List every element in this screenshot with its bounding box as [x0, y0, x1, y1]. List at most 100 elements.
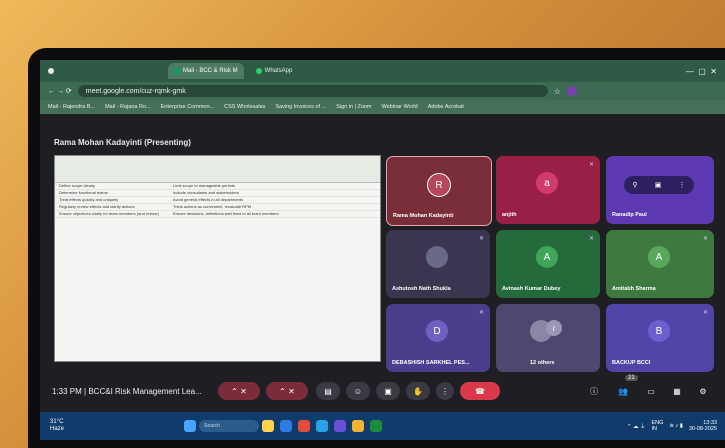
- excel-icon[interactable]: [370, 420, 383, 432]
- participant-name: Rama Mohan Kadayinti: [393, 213, 454, 219]
- tab-label: WhatsApp: [264, 68, 293, 74]
- whatsapp-icon: [255, 68, 262, 74]
- participant-name: Ashutosh Nath Shukla: [392, 286, 451, 292]
- avatar: r: [546, 320, 562, 336]
- mic-off-icon: ✕: [588, 162, 594, 168]
- avatar: D: [426, 320, 448, 342]
- emoji-button[interactable]: ☺: [346, 382, 370, 400]
- participant-name: Avinash Kumar Dubey: [502, 286, 561, 292]
- bookmark-item[interactable]: Mail - Rajana Ro...: [105, 104, 151, 110]
- table-row: Regularly review effects and clarify act…: [55, 204, 380, 211]
- table-row: Determine functional teams Include consul…: [55, 190, 380, 197]
- url-bar[interactable]: meet.google.com/cuz-rqmk-gmk: [77, 85, 548, 97]
- tab-3[interactable]: [304, 63, 426, 79]
- url-text: meet.google.com/cuz-rqmk-gmk: [85, 87, 186, 95]
- windows-taskbar: 31°C Haze Search ⌃ ☁ ⏚ ENG IN ≋ ♪ ▮ 13:3…: [40, 412, 725, 440]
- participant-tile[interactable]: ✕ Ashutosh Nath Shukla: [386, 230, 490, 298]
- present-button[interactable]: ▣: [376, 382, 400, 400]
- captions-button[interactable]: ▤: [316, 382, 340, 400]
- tab-label: Mail - BCC & Risk M: [183, 68, 238, 74]
- leave-call-button[interactable]: ☎: [460, 382, 500, 400]
- chrome-icon[interactable]: [298, 420, 311, 432]
- wifi-volume-battery-icons[interactable]: ≋ ♪ ▮: [669, 423, 682, 429]
- profile-avatar[interactable]: [566, 86, 577, 96]
- info-icon[interactable]: ⓘ: [585, 382, 603, 400]
- frame-icon[interactable]: ▣: [655, 181, 662, 189]
- more-options-button[interactable]: ⋮: [436, 382, 454, 400]
- taskbar-app-icon[interactable]: [316, 420, 329, 432]
- window-controls[interactable]: — ▢ ✕: [686, 67, 717, 76]
- participant-name: Amitabh Sharma: [612, 286, 656, 292]
- people-icon[interactable]: 👥: [612, 382, 634, 400]
- chat-icon[interactable]: ▭: [642, 382, 660, 400]
- table-row: Treat effects quickly and uniquely Avoid …: [55, 197, 380, 204]
- presenting-title: Rama Mohan Kadayinti (Presenting): [54, 138, 191, 147]
- browser-tab-strip: Mail - BCC & Risk M WhatsApp — ▢ ✕: [40, 60, 725, 82]
- meet-favicon-icon: [174, 68, 180, 74]
- participant-tile[interactable]: A ✕ Avinash Kumar Dubey: [496, 230, 600, 298]
- table-row: Define scope clearly Limit scope to manag…: [55, 183, 380, 190]
- participant-tile[interactable]: a ✕ anjith: [496, 156, 600, 224]
- host-controls-icon[interactable]: ⚙: [694, 382, 712, 400]
- star-icon[interactable]: ☆: [554, 87, 561, 96]
- back-forward-reload-icons[interactable]: ← → ⟳: [48, 87, 72, 95]
- taskbar-app-icon[interactable]: [334, 420, 347, 432]
- mic-toggle-button[interactable]: ⌃ ✕: [218, 382, 260, 400]
- taskbar-app-icon[interactable]: [280, 420, 293, 432]
- weather-widget[interactable]: 31°C Haze: [50, 419, 64, 433]
- file-explorer-icon[interactable]: [352, 420, 365, 432]
- spreadsheet-ribbon: [55, 156, 380, 183]
- avatar: A: [648, 246, 670, 268]
- tab-whatsapp[interactable]: WhatsApp: [250, 63, 299, 79]
- mic-off-icon: ✕: [478, 236, 484, 242]
- bookmark-item[interactable]: Sign in | Zoom: [336, 104, 371, 110]
- bookmark-item[interactable]: Mail - Rajendra B...: [48, 104, 95, 110]
- bookmark-item[interactable]: Saving Invoices of ...: [275, 104, 326, 110]
- chrome-menu-icon[interactable]: [48, 68, 54, 74]
- windows-start-icon[interactable]: [184, 420, 197, 432]
- participant-name: Ranadip Paul: [612, 212, 647, 218]
- mic-off-icon: ✕: [702, 310, 708, 316]
- meeting-title: BCC&I Risk Management Lea...: [88, 386, 202, 396]
- participant-tile[interactable]: r 12 others: [496, 304, 600, 372]
- bookmark-item[interactable]: Adobe Acrobat: [428, 104, 464, 110]
- bookmark-item[interactable]: CSS Wholesales: [224, 104, 265, 110]
- meeting-time: 1:33 PM: [52, 386, 82, 396]
- participant-name: anjith: [502, 212, 517, 218]
- avatar: A: [536, 246, 558, 268]
- tray-icons[interactable]: ⌃ ☁ ⏚: [627, 422, 646, 430]
- avatar: a: [536, 172, 558, 194]
- participant-tile[interactable]: D ✕ DEBASHISH SARKHEL PES...: [386, 304, 490, 372]
- avatar: R: [427, 173, 451, 197]
- bookmarks-bar: Mail - Rajendra B... Mail - Rajana Ro...…: [40, 100, 725, 114]
- participant-tile[interactable]: A ✕ Amitabh Sharma: [606, 230, 714, 298]
- more-icon[interactable]: ⋮: [678, 181, 685, 189]
- raise-hand-button[interactable]: ✋: [406, 382, 430, 400]
- participant-tile[interactable]: R Rama Mohan Kadayinti: [386, 156, 492, 226]
- taskbar-app-icon[interactable]: [262, 420, 275, 432]
- mic-off-icon: ✕: [588, 236, 594, 242]
- activities-icon[interactable]: ▦: [668, 382, 686, 400]
- language-indicator[interactable]: ENG IN: [651, 420, 663, 432]
- taskbar-search[interactable]: Search: [199, 420, 260, 432]
- bookmark-item[interactable]: Webinar World: [382, 104, 418, 110]
- participant-tile[interactable]: B ✕ BACKUP BCCI: [606, 304, 714, 372]
- mic-off-icon: ✕: [702, 236, 708, 242]
- tile-controls[interactable]: ⚲ ▣ ⋮: [624, 176, 694, 194]
- meet-control-bar: 1:33 PM | BCC&I Risk Management Lea... ⌃…: [40, 375, 725, 407]
- shared-spreadsheet: Define scope clearly Limit scope to manag…: [54, 155, 381, 362]
- bookmark-item[interactable]: Enterprise Common...: [161, 104, 215, 110]
- meeting-info: 1:33 PM | BCC&I Risk Management Lea...: [52, 386, 202, 396]
- participant-tile[interactable]: ⚲ ▣ ⋮ Ranadip Paul: [606, 156, 714, 224]
- tab-1[interactable]: [60, 63, 162, 79]
- pin-icon[interactable]: ⚲: [633, 181, 638, 189]
- clock[interactable]: 13:33 30-08-2025: [689, 420, 717, 432]
- table-row: Ensure objectives clarify for team membe…: [55, 211, 380, 218]
- address-bar-row: ← → ⟳ meet.google.com/cuz-rqmk-gmk ☆: [40, 82, 725, 100]
- avatar: [426, 246, 448, 268]
- participant-name: DEBASHISH SARKHEL PES...: [392, 360, 470, 366]
- camera-toggle-button[interactable]: ⌃ ✕: [266, 382, 308, 400]
- participant-name: 12 others: [530, 360, 555, 366]
- tab-meet[interactable]: Mail - BCC & Risk M: [168, 63, 244, 79]
- participant-grid: R Rama Mohan Kadayinti a ✕ anjith ⚲ ▣ ⋮ Ra…: [386, 156, 716, 396]
